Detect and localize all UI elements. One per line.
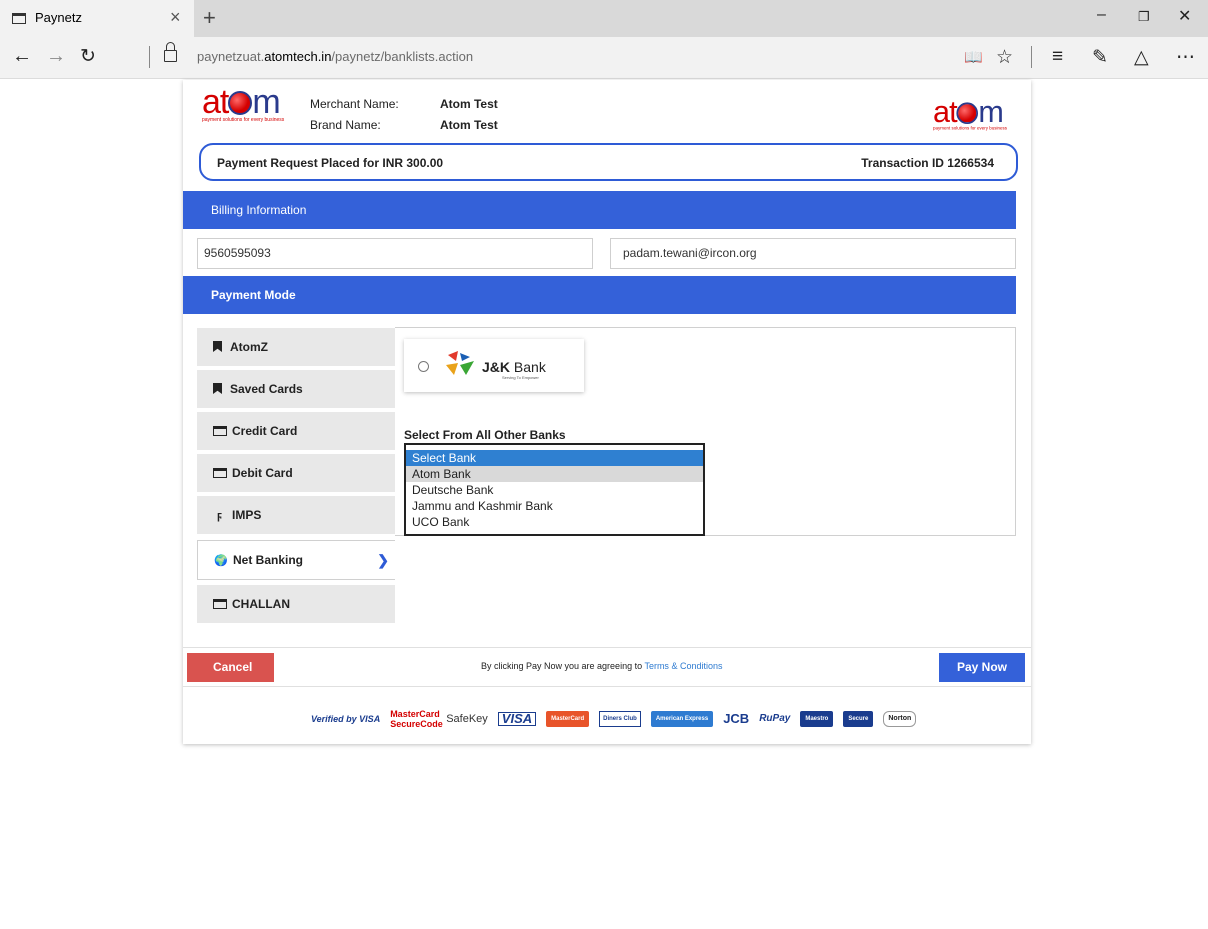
trust-logos: Verified by VISA MasterCard SecureCode S… bbox=[311, 707, 917, 731]
menu-item-saved-cards[interactable]: Saved Cards bbox=[197, 370, 395, 408]
menu-item-credit-card[interactable]: Credit Card bbox=[197, 412, 395, 450]
jk-bank-logo-icon bbox=[446, 351, 474, 375]
rupay-logo: RuPay bbox=[759, 713, 791, 724]
hub-icon[interactable]: ≡ bbox=[1052, 46, 1063, 68]
more-icon[interactable]: ⋯ bbox=[1176, 46, 1195, 69]
net-banking-panel: J&K Bank Serving To Empower Select From … bbox=[395, 327, 1016, 536]
bank-option[interactable]: Jammu and Kashmir Bank bbox=[406, 498, 703, 514]
merchant-info: Merchant Name: Atom Test Brand Name: Atom … bbox=[310, 94, 498, 136]
browser-tab[interactable]: Paynetz × bbox=[0, 0, 194, 37]
email-field[interactable]: padam.tewani@ircon.org bbox=[610, 238, 1016, 269]
mastercard-securecode-logo: MasterCard SecureCode bbox=[390, 709, 443, 729]
select-bank-label: Select From All Other Banks bbox=[404, 428, 566, 442]
reading-view-icon[interactable]: 📖 bbox=[964, 48, 983, 66]
mastercard-logo: MasterCard bbox=[546, 711, 590, 727]
brand-name-value: Atom Test bbox=[440, 118, 498, 132]
close-window-icon[interactable]: ✕ bbox=[1178, 6, 1191, 26]
menu-item-label: Debit Card bbox=[232, 466, 293, 480]
atom-logo-right: at m payment solutions for every business bbox=[933, 97, 1007, 131]
featured-bank-tagline: Serving To Empower bbox=[502, 375, 539, 380]
credit-card-icon bbox=[213, 599, 227, 609]
phone-field[interactable]: 9560595093 bbox=[197, 238, 593, 269]
toolbar-separator bbox=[1031, 46, 1032, 68]
menu-item-label: Net Banking bbox=[233, 553, 304, 567]
merchant-name-label: Merchant Name: bbox=[310, 97, 399, 111]
back-icon[interactable]: ← bbox=[12, 45, 32, 68]
browser-tab-bar: Paynetz × + – ❐ ✕ bbox=[0, 0, 1208, 37]
forward-icon[interactable]: → bbox=[46, 45, 66, 68]
atom-logo-word: at m bbox=[933, 95, 1004, 130]
transaction-id: Transaction ID 1266534 bbox=[861, 156, 994, 170]
pay-now-button[interactable]: Pay Now bbox=[939, 653, 1025, 682]
atom-logo-word: at m bbox=[202, 83, 281, 121]
payment-page: at m payment solutions for every business… bbox=[183, 80, 1031, 744]
bank-select-list[interactable]: Select Bank Atom Bank Deutsche Bank Jamm… bbox=[404, 443, 705, 536]
safekey-logo: SafeKey bbox=[446, 713, 488, 725]
url-field[interactable]: paynetzuat.atomtech.in/paynetz/banklists… bbox=[197, 49, 473, 64]
page-icon bbox=[12, 13, 26, 24]
menu-item-label: IMPS bbox=[232, 508, 262, 522]
lock-icon[interactable] bbox=[164, 42, 177, 62]
menu-item-atomz[interactable]: AtomZ bbox=[197, 328, 395, 366]
payment-footer: Cancel By clicking Pay Now you are agree… bbox=[183, 647, 1031, 687]
bolt-icon: ϝ bbox=[217, 510, 222, 522]
secure-logo: Secure bbox=[843, 711, 874, 727]
refresh-icon[interactable]: ↻ bbox=[80, 45, 96, 68]
address-bar: ← → ↻ paynetzuat.atomtech.in/paynetz/ban… bbox=[0, 37, 1208, 79]
featured-bank-card[interactable]: J&K Bank Serving To Empower bbox=[404, 339, 584, 392]
bookmark-icon bbox=[213, 383, 222, 394]
bank-option[interactable]: Select Bank bbox=[406, 450, 703, 466]
bookmark-icon bbox=[213, 341, 222, 352]
menu-item-label: CHALLAN bbox=[232, 597, 290, 611]
tab-close-icon[interactable]: × bbox=[170, 7, 181, 28]
atom-logo-tagline: payment solutions for every business bbox=[202, 117, 285, 123]
payment-mode-header: Payment Mode bbox=[183, 276, 1016, 314]
menu-item-label: Credit Card bbox=[232, 424, 298, 438]
maestro-logo: Maestro bbox=[800, 711, 834, 727]
atom-logo: at m payment solutions for every business bbox=[202, 85, 284, 123]
menu-item-label: Saved Cards bbox=[230, 382, 303, 396]
norton-logo: Norton bbox=[883, 711, 917, 727]
menu-item-net-banking[interactable]: 🌍 Net Banking ❯ bbox=[197, 540, 395, 580]
menu-item-challan[interactable]: CHALLAN bbox=[197, 585, 395, 623]
credit-card-icon bbox=[213, 468, 227, 478]
billing-information-header: Billing Information bbox=[183, 191, 1016, 229]
web-note-icon[interactable]: ✎ bbox=[1092, 46, 1108, 69]
menu-item-debit-card[interactable]: Debit Card bbox=[197, 454, 395, 492]
brand-name-label: Brand Name: bbox=[310, 118, 381, 132]
menu-item-label: AtomZ bbox=[230, 340, 268, 354]
address-separator bbox=[149, 46, 150, 68]
share-icon[interactable]: △ bbox=[1134, 46, 1149, 69]
payment-request-box: Payment Request Placed for INR 300.00 Tr… bbox=[199, 143, 1018, 181]
minimize-icon[interactable]: – bbox=[1097, 6, 1106, 24]
favorite-star-icon[interactable]: ☆ bbox=[996, 46, 1013, 69]
cancel-button[interactable]: Cancel bbox=[187, 653, 274, 682]
amex-logo: American Express bbox=[650, 711, 714, 727]
featured-bank-name: J&K Bank bbox=[482, 359, 546, 375]
bank-option[interactable]: Atom Bank bbox=[406, 466, 703, 482]
tab-title: Paynetz bbox=[35, 10, 82, 25]
terms-link[interactable]: Terms & Conditions bbox=[644, 661, 722, 671]
payment-amount: Payment Request Placed for INR 300.00 bbox=[217, 156, 444, 170]
visa-logo: VISA bbox=[497, 712, 537, 726]
merchant-name-value: Atom Test bbox=[440, 97, 498, 111]
diners-club-logo: Diners Club bbox=[599, 711, 641, 727]
menu-item-imps[interactable]: ϝ IMPS bbox=[197, 496, 395, 534]
restore-icon[interactable]: ❐ bbox=[1138, 9, 1150, 25]
atom-logo-tagline: payment solutions for every business bbox=[933, 125, 1008, 132]
verified-by-visa-logo: Verified by VISA bbox=[311, 714, 381, 724]
new-tab-button[interactable]: + bbox=[203, 5, 216, 31]
globe-icon: 🌍 bbox=[214, 555, 228, 567]
bank-radio[interactable] bbox=[418, 361, 429, 372]
credit-card-icon bbox=[213, 426, 227, 436]
chevron-right-icon: ❯ bbox=[377, 552, 389, 568]
jcb-logo: JCB bbox=[723, 711, 750, 726]
bank-option[interactable]: UCO Bank bbox=[406, 514, 703, 530]
bank-option[interactable]: Deutsche Bank bbox=[406, 482, 703, 498]
terms-text: By clicking Pay Now you are agreeing to … bbox=[481, 661, 723, 671]
